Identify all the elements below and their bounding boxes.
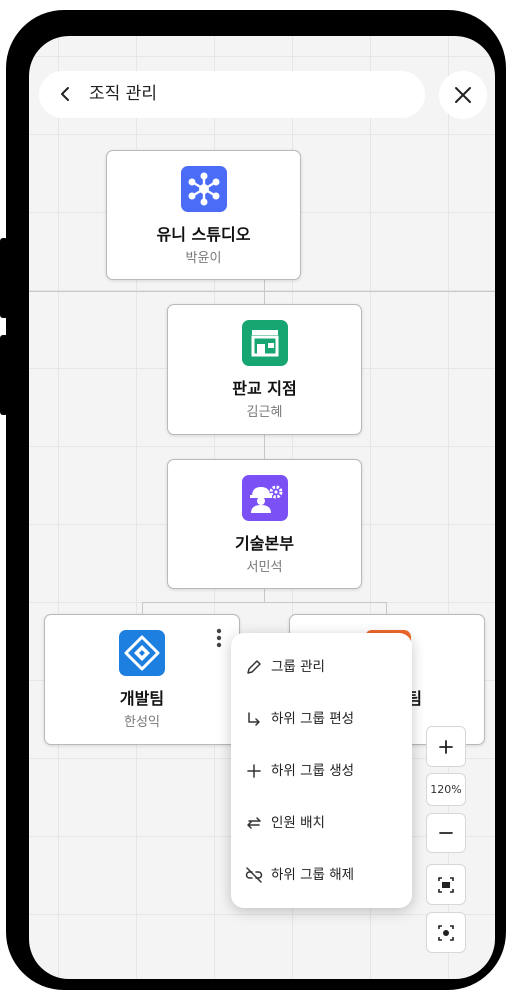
menu-item-create-subgroup[interactable]: 하위 그룹 생성 <box>231 745 412 797</box>
fit-screen-button[interactable] <box>426 864 466 905</box>
menu-item-label: 인원 배치 <box>271 815 325 831</box>
close-button[interactable] <box>439 71 487 119</box>
connector-line <box>29 291 495 292</box>
plus-icon <box>439 739 453 754</box>
menu-item-label: 그룹 관리 <box>271 659 325 675</box>
org-chart-canvas[interactable]: 조직 관리 유니 스튜디오 박윤이 판교 지점 김근혜 기술본부 서민석 팀 개… <box>29 36 495 979</box>
minus-icon <box>439 832 453 834</box>
org-card-branch[interactable]: 판교 지점 김근혜 <box>167 304 362 435</box>
plus-icon <box>247 764 261 778</box>
back-arrow-icon[interactable] <box>55 83 77 105</box>
org-card-team-dev[interactable]: 개발팀 한성익 <box>44 614 240 745</box>
menu-item-label: 하위 그룹 생성 <box>271 763 355 779</box>
more-options-icon[interactable] <box>213 627 225 649</box>
group-name: 유니 스튜디오 <box>156 225 251 244</box>
connector-line <box>264 435 265 461</box>
group-leader: 한성익 <box>124 715 160 730</box>
diamond-arrows-icon <box>119 630 165 676</box>
group-leader: 박윤이 <box>185 251 222 266</box>
group-name: 판교 지점 <box>232 379 297 398</box>
fit-screen-icon <box>438 876 454 893</box>
zoom-in-button[interactable] <box>426 726 466 767</box>
focus-center-icon <box>438 924 454 941</box>
arrow-down-right-icon <box>248 712 260 726</box>
org-card-root[interactable]: 유니 스튜디오 박윤이 <box>106 150 301 280</box>
group-name: 개발팀 <box>119 689 165 708</box>
store-icon <box>241 320 288 366</box>
zoom-level: 120% <box>426 773 466 806</box>
context-menu: 그룹 관리 하위 그룹 편성 하위 그룹 생성 인원 배치 하위 그룹 해제 <box>231 633 412 908</box>
menu-item-dissolve-subgroup[interactable]: 하위 그룹 해제 <box>231 849 412 901</box>
org-card-division[interactable]: 기술본부 서민석 <box>167 459 362 589</box>
menu-item-label: 하위 그룹 편성 <box>271 711 355 727</box>
menu-item-manage-group[interactable]: 그룹 관리 <box>231 641 412 693</box>
page-title: 조직 관리 <box>89 84 157 104</box>
connector-line <box>264 280 265 306</box>
pencil-icon <box>247 660 261 674</box>
close-icon <box>455 87 471 103</box>
zoom-out-button[interactable] <box>426 813 466 853</box>
swap-arrows-icon <box>247 817 261 829</box>
menu-item-assign-subgroup[interactable]: 하위 그룹 편성 <box>231 693 412 745</box>
network-icon <box>180 166 227 212</box>
unlink-icon <box>245 867 263 883</box>
header-bar: 조직 관리 <box>39 71 425 118</box>
connector-line <box>142 602 387 603</box>
group-leader: 김근혜 <box>246 405 283 420</box>
connector-line <box>264 589 265 602</box>
center-view-button[interactable] <box>426 912 466 953</box>
menu-item-assign-members[interactable]: 인원 배치 <box>231 797 412 849</box>
engineer-gear-icon <box>241 475 288 521</box>
phone-frame: 조직 관리 유니 스튜디오 박윤이 판교 지점 김근혜 기술본부 서민석 팀 개… <box>6 10 506 990</box>
group-name: 기술본부 <box>235 534 294 553</box>
group-leader: 서민석 <box>246 560 283 575</box>
menu-item-label: 하위 그룹 해제 <box>271 867 355 883</box>
